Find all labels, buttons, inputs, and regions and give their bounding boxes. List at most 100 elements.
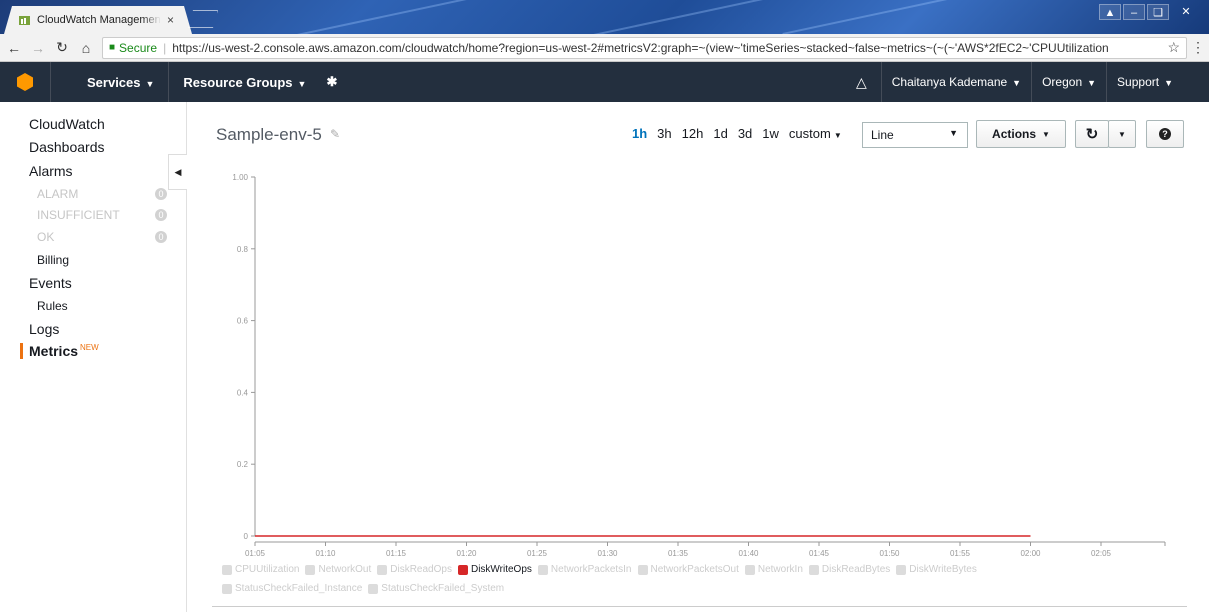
help-icon[interactable]: ? — [1146, 120, 1184, 148]
time-range-custom[interactable]: custom ▼ — [789, 126, 842, 141]
time-range-3h[interactable]: 3h — [657, 126, 671, 141]
close-window-icon[interactable]: ✕ — [1171, 4, 1201, 20]
legend-swatch — [222, 565, 232, 575]
x-tick-label: 01:35 — [668, 549, 689, 558]
time-range-3d[interactable]: 3d — [738, 126, 752, 141]
legend-item-networkin[interactable]: NetworkIn — [744, 562, 803, 578]
pin-icon[interactable]: ✱ — [320, 74, 343, 90]
new-tab-button[interactable] — [188, 10, 218, 28]
legend-item-networkpacketsout[interactable]: NetworkPacketsOut — [637, 562, 739, 578]
forward-icon[interactable]: → — [28, 40, 48, 56]
sidebar-item-dashboards[interactable]: Dashboards — [29, 139, 105, 155]
refresh-icon[interactable]: ↻ — [1075, 120, 1109, 148]
user-menu[interactable]: Chaitanya Kademane ▼ — [882, 75, 1031, 89]
sidebar-item-rules[interactable]: Rules — [37, 299, 68, 313]
legend-swatch — [222, 584, 232, 594]
y-tick-label: 0 — [244, 532, 249, 541]
x-tick-label: 02:05 — [1091, 549, 1112, 558]
close-tab-icon[interactable]: × — [167, 13, 174, 27]
x-tick-label: 02:00 — [1020, 549, 1041, 558]
back-icon[interactable]: ← — [4, 40, 24, 56]
legend-label: DiskReadBytes — [821, 564, 891, 575]
y-tick-label: 1.00 — [232, 173, 248, 182]
aws-logo-icon[interactable] — [0, 62, 50, 102]
insufficient-count-badge: 0 — [155, 209, 167, 221]
browser-tab[interactable]: CloudWatch Management Console × — [4, 6, 192, 34]
metrics-chart[interactable]: 1.00 0.8 0.6 0.4 0.2 0 01:05 01:10 01:15 01:20 01:… — [200, 160, 1200, 610]
sidebar-item-ok[interactable]: OK — [37, 230, 54, 244]
time-range-selector: 1h 3h 12h 1d 3d 1w custom ▼ — [632, 126, 842, 141]
edit-pencil-icon[interactable]: ✎ — [330, 127, 340, 141]
legend-item-diskreadops[interactable]: DiskReadOps — [377, 562, 452, 578]
time-range-1h[interactable]: 1h — [632, 126, 647, 141]
actions-button[interactable]: Actions ▼ — [976, 120, 1066, 148]
legend-swatch — [537, 565, 548, 575]
legend-label: DiskReadOps — [390, 564, 452, 575]
divider-line — [212, 606, 1187, 607]
legend-item-cpuutilization[interactable]: CPUUtilization — [222, 562, 299, 578]
reload-icon[interactable]: ↻ — [52, 39, 72, 56]
restore-icon[interactable]: ❑ — [1147, 4, 1169, 20]
time-range-12h[interactable]: 12h — [682, 126, 704, 141]
legend-swatch — [457, 565, 468, 575]
sidebar-item-insufficient[interactable]: INSUFFICIENT — [37, 208, 120, 222]
legend-swatch — [808, 565, 819, 575]
metrics-label: Metrics — [29, 343, 79, 359]
legend-item-diskreadbytes[interactable]: DiskReadBytes — [808, 562, 891, 578]
legend-item-diskwritebytes[interactable]: DiskWriteBytes — [896, 562, 977, 578]
aws-top-nav: Services ▼ Resource Groups ▼ ✱ △ Chaitanya… — [0, 62, 1209, 102]
browser-menu-icon[interactable]: ⋮ — [1187, 39, 1209, 56]
legend-item-diskwriteops[interactable]: DiskWriteOps — [457, 562, 532, 578]
sidebar-item-metrics[interactable]: Metrics NEW — [20, 343, 99, 359]
legend-item-networkpacketsin[interactable]: NetworkPacketsIn — [537, 562, 632, 578]
legend-label: DiskWriteOps — [470, 564, 532, 575]
legend-label: NetworkPacketsIn — [550, 564, 632, 575]
time-range-1w[interactable]: 1w — [762, 126, 779, 141]
legend-label: StatusCheckFailed_System — [381, 583, 505, 594]
legend-item-statuscheckfailed_instance[interactable]: StatusCheckFailed_Instance — [222, 581, 362, 597]
bookmark-star-icon[interactable]: ☆ — [1167, 39, 1180, 56]
chevron-down-icon: ▼ — [145, 78, 155, 89]
resource-groups-label: Resource Groups — [183, 74, 293, 90]
home-icon[interactable]: ⌂ — [76, 40, 96, 56]
cloudwatch-favicon-icon — [18, 14, 31, 27]
chart-type-value: Line — [871, 128, 894, 142]
legend-swatch — [368, 584, 379, 594]
legend-item-networkout[interactable]: NetworkOut — [305, 562, 371, 578]
sidebar-item-cloudwatch[interactable]: CloudWatch — [29, 116, 105, 132]
y-tick-label: 0.8 — [237, 245, 249, 254]
x-tick-label: 01:50 — [879, 549, 900, 558]
x-tick-label: 01:30 — [597, 549, 618, 558]
secure-label: Secure — [119, 40, 158, 55]
chevron-down-icon: ▼ — [1164, 78, 1173, 88]
graph-title[interactable]: Sample-env-5 — [216, 125, 322, 145]
support-label: Support — [1117, 75, 1160, 89]
resource-groups-menu[interactable]: Resource Groups ▼ — [169, 75, 320, 90]
chart-type-select[interactable]: Line ▼ — [862, 122, 968, 148]
services-menu[interactable]: Services ▼ — [51, 75, 168, 90]
legend-item-statuscheckfailed_system[interactable]: StatusCheckFailed_System — [368, 581, 504, 597]
time-range-1d[interactable]: 1d — [713, 126, 727, 141]
tab-title: CloudWatch Management Console — [37, 14, 161, 26]
legend-label: CPUUtilization — [235, 564, 300, 575]
region-menu[interactable]: Oregon ▼ — [1032, 75, 1106, 89]
refresh-options-chevron-icon[interactable]: ▼ — [1108, 120, 1136, 148]
region-name: Oregon — [1042, 75, 1083, 89]
minimize-icon[interactable]: – — [1123, 4, 1145, 20]
sidebar-item-alarms[interactable]: Alarms — [29, 163, 73, 179]
chart-legend: CPUUtilization NetworkOut DiskReadOps DiskW… — [222, 562, 1122, 600]
bell-icon[interactable]: △ — [842, 74, 881, 91]
sidebar-item-events[interactable]: Events — [29, 275, 72, 291]
sidebar-item-alarm[interactable]: ALARM — [37, 187, 78, 201]
url-input[interactable]: ■ Secure | https://us-west-2.console.aws… — [102, 36, 1187, 59]
collapse-sidebar-button[interactable]: ◀ — [168, 154, 187, 190]
sidebar-item-logs[interactable]: Logs — [29, 321, 59, 337]
user-icon[interactable]: ▲ — [1099, 4, 1121, 20]
url-separator: | — [163, 40, 167, 55]
legend-label: NetworkPacketsOut — [650, 564, 739, 575]
legend-swatch — [305, 565, 316, 575]
sidebar-item-billing[interactable]: Billing — [37, 253, 69, 267]
support-menu[interactable]: Support ▼ — [1107, 75, 1209, 89]
legend-label: NetworkIn — [757, 564, 803, 575]
legend-swatch — [637, 565, 648, 575]
